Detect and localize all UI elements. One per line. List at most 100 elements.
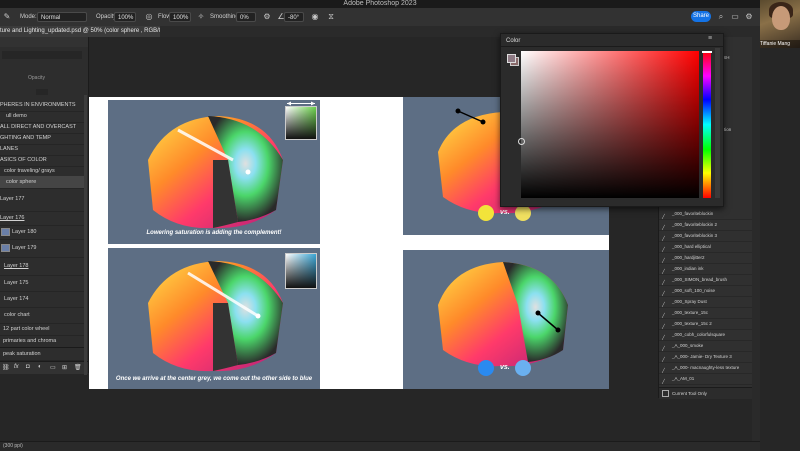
brush-label: _000_hardjitter2 [672, 255, 705, 260]
window-title: Adobe Photoshop 2023 [343, 0, 417, 7]
flow-field[interactable]: 100% [169, 12, 191, 22]
panel-menu-icon[interactable]: ≡ [708, 35, 712, 42]
yellow-swatch-saturated [478, 205, 494, 221]
airbrush-icon[interactable]: ✧ [196, 12, 206, 22]
foreground-background-swatch[interactable] [507, 54, 519, 66]
hue-slider-handle[interactable] [702, 51, 712, 53]
layer-thumbnail [1, 227, 10, 236]
new-group-icon[interactable]: ▭ [50, 364, 56, 371]
layer-176[interactable]: Layer 176 [0, 211, 84, 226]
mode-label: Mode: [20, 14, 37, 20]
layer-label: Layer 175 [4, 280, 29, 286]
layers-opacity-label: Opacity [28, 75, 45, 81]
checkbox-icon [662, 390, 669, 398]
brush-icon: ╱ [662, 268, 665, 274]
layer-179[interactable]: Layer 179 [0, 239, 84, 258]
trash-icon[interactable]: 🗑 [74, 364, 82, 371]
share-button[interactable]: Share [691, 11, 711, 22]
brush-icon: ╱ [662, 378, 665, 384]
layer-label: ALL DIRECT AND OVERCAST [0, 124, 77, 130]
link-layers-icon[interactable]: ⛓ [2, 364, 10, 371]
fx-icon[interactable]: fx [14, 364, 19, 370]
layer-label: color sphere [6, 179, 37, 185]
color-picker-cursor[interactable] [518, 138, 525, 145]
layer-label: Layer 179 [12, 245, 37, 251]
layer-label: Layer 177 [0, 196, 25, 202]
brush-icon: ╱ [662, 235, 665, 241]
opacity-field[interactable]: 100% [114, 12, 136, 22]
layer-177[interactable]: Layer 177 [0, 187, 84, 212]
document-tab[interactable]: ture and Lighting_updated.psd @ 50% (col… [0, 26, 160, 37]
smoothing-settings-icon[interactable]: ⚙ [262, 12, 272, 22]
layer-178[interactable]: Layer 178 [0, 257, 84, 276]
layers-scrollbar[interactable] [84, 95, 87, 375]
foreground-color-swatch[interactable] [507, 54, 516, 63]
layers-footer-toolbar: ⛓ fx ◘ ◐ ▭ ⊞ 🗑 [0, 361, 88, 374]
brush-icon: ╱ [662, 356, 665, 362]
brush-icon: ╱ [662, 213, 665, 219]
blue-swatch-saturated [478, 360, 494, 376]
current-tool-only-checkbox[interactable]: Current Tool Only [659, 387, 753, 399]
options-bar: ✎ Mode: Normal Opacity: 100% ◎ Flow: 100… [0, 8, 760, 27]
brush-label: _A_000_smoke [672, 343, 704, 348]
smoothing-field[interactable]: 0% [236, 12, 256, 22]
layer-label: color chart [4, 312, 30, 318]
status-text: (300 ppi) [3, 443, 23, 449]
pressure-size-icon[interactable]: ◉ [310, 12, 320, 22]
layers-panel-tabs [0, 37, 88, 47]
brush-icon: ╱ [662, 345, 665, 351]
search-icon[interactable]: ⌕ [716, 12, 726, 22]
checkbox-label: Current Tool Only [672, 391, 707, 396]
brush-icon: ╱ [662, 334, 665, 340]
layer-label: GHTING AND TEMP [0, 135, 51, 141]
brush-icon: ╱ [662, 312, 665, 318]
layer-label: Layer 178 [4, 263, 29, 269]
layer-174[interactable]: Layer 174 [0, 291, 84, 308]
angle-field[interactable]: -80° [284, 12, 304, 22]
sphere-panel-top-left: Lowering saturation is adding the comple… [108, 100, 320, 244]
layer-label: Layer 180 [12, 229, 37, 235]
layer-peak-saturation[interactable]: peak saturation [0, 347, 84, 361]
brush-icon: ╱ [662, 367, 665, 373]
color-panel-scrollbar[interactable] [715, 48, 720, 198]
vs-label-top: vs. [500, 209, 510, 216]
pressure-opacity-icon[interactable]: ◎ [144, 12, 154, 22]
color-swatch-blue [285, 253, 317, 289]
layer-color-chart[interactable]: color chart [0, 307, 84, 324]
hue-slider[interactable] [702, 51, 712, 198]
layer-label: color traveling/ grays [4, 168, 55, 174]
saturation-brightness-field[interactable] [518, 51, 699, 198]
layer-180[interactable]: Layer 180 [0, 225, 84, 240]
layer-label: Layer 174 [4, 296, 29, 302]
participant-face [772, 6, 790, 30]
workspace-icon[interactable]: ▭ [730, 12, 740, 22]
right-dock-strip [752, 37, 760, 450]
brush-label: _000_indian ink [672, 266, 704, 271]
symmetry-icon[interactable]: ⧖ [326, 12, 336, 22]
brush-label: _000_cobh_colorfulsquare [672, 332, 726, 337]
brush-label: _000_texture_15c [672, 310, 709, 315]
layer-label: LANES [0, 146, 19, 152]
brush-tool-icon[interactable]: ✎ [2, 12, 12, 22]
brush-label: _A_000- Jamie- Dry Texture 3 [672, 354, 732, 359]
add-mask-icon[interactable]: ◘ [26, 364, 30, 370]
yellow-swatch-desaturated [515, 205, 531, 221]
layer-filter-bar[interactable] [2, 51, 82, 59]
adjustment-layer-icon[interactable]: ◐ [38, 364, 42, 370]
settings-icon[interactable]: ⚙ [744, 12, 754, 22]
layer-175[interactable]: Layer 175 [0, 275, 84, 292]
brush-label: _000_Spray Dust [672, 299, 707, 304]
sphere-panel-bottom-right: vs. [403, 250, 609, 389]
brush-label: _000_favoriteblockin 3 [672, 233, 718, 238]
mode-select[interactable]: Normal [37, 12, 87, 22]
brush-icon: ╱ [662, 290, 665, 296]
brush-icon: ╱ [662, 257, 665, 263]
sphere-panel-bottom-left: Once we arrive at the center grey, we co… [108, 248, 320, 389]
layer-label: primaries and chroma [3, 338, 57, 344]
layer-label: ASICS OF COLOR [0, 157, 47, 163]
brush-label: _000_favoriteblockin 2 [672, 222, 718, 227]
layer-list: PHERES IN ENVIRONMENTS ull demo ALL DIRE… [0, 99, 84, 373]
new-layer-icon[interactable]: ⊞ [62, 364, 67, 371]
layers-fill-field[interactable] [36, 89, 48, 95]
layer-thumbnail [1, 243, 10, 252]
